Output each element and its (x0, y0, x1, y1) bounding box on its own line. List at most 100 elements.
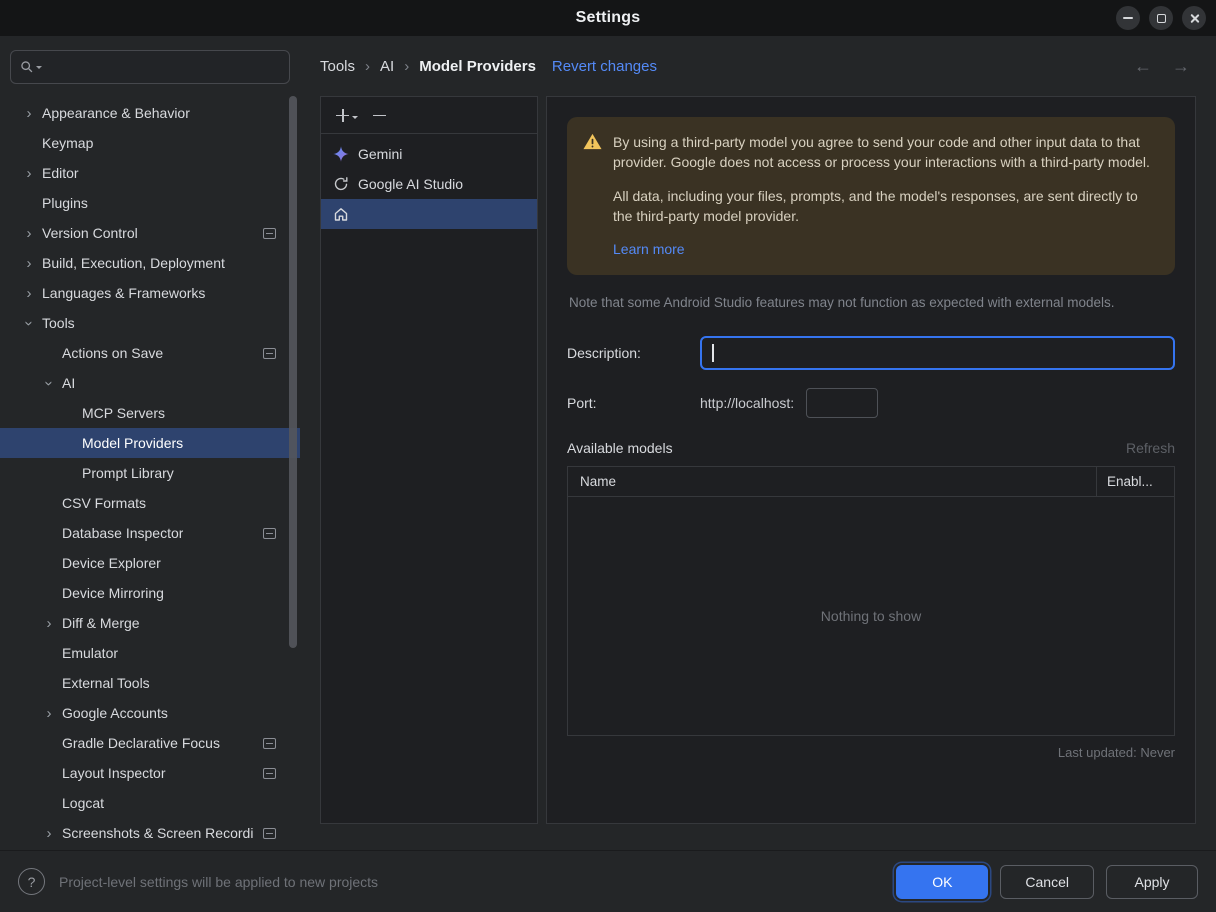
sidebar-item-languages-frameworks[interactable]: › Languages & Frameworks (0, 278, 300, 308)
sidebar-item-tools[interactable]: › Tools (0, 308, 300, 338)
port-input[interactable] (806, 388, 879, 419)
dialog-footer: ? Project-level settings will be applied… (0, 850, 1216, 912)
sidebar-item-editor[interactable]: › Editor (0, 158, 300, 188)
settings-body: › Appearance & Behavior Keymap › Editor Plugi… (0, 36, 1216, 850)
description-row: Description: (567, 336, 1175, 371)
sidebar-item-emulator[interactable]: Emulator (0, 638, 300, 668)
back-arrow-icon[interactable]: ← (1134, 57, 1152, 75)
chevron-right-icon[interactable]: › (36, 826, 62, 841)
sidebar-item-diff-merge[interactable]: › Diff & Merge (0, 608, 300, 638)
provider-item-label: Google AI Studio (358, 176, 464, 192)
sidebar-item-label: Prompt Library (82, 465, 174, 481)
google-ai-studio-icon (333, 176, 349, 192)
minimize-button[interactable] (1116, 6, 1140, 30)
modified-indicator-icon (263, 738, 276, 749)
sidebar-item-google-accounts[interactable]: › Google Accounts (0, 698, 300, 728)
breadcrumb-ai[interactable]: AI (380, 58, 394, 75)
description-input[interactable] (700, 336, 1175, 371)
modified-indicator-icon (263, 828, 276, 839)
sidebar-item-actions-on-save[interactable]: Actions on Save (0, 338, 300, 368)
sidebar-item-device-mirroring[interactable]: Device Mirroring (0, 578, 300, 608)
provider-item-google-ai-studio[interactable]: Google AI Studio (321, 169, 537, 199)
sidebar-item-plugins[interactable]: Plugins (0, 188, 300, 218)
maximize-button[interactable] (1149, 6, 1173, 30)
sidebar-item-keymap[interactable]: Keymap (0, 128, 300, 158)
description-field-wrapper (700, 336, 1175, 371)
maximize-icon (1156, 13, 1166, 23)
modified-indicator-icon (263, 348, 276, 359)
sidebar-item-prompt-library[interactable]: Prompt Library (0, 458, 300, 488)
forward-arrow-icon[interactable]: → (1172, 57, 1190, 75)
sidebar-item-database-inspector[interactable]: Database Inspector (0, 518, 300, 548)
refresh-button[interactable]: Refresh (1126, 440, 1175, 456)
sidebar-item-label: Build, Execution, Deployment (42, 255, 225, 271)
provider-list: Gemini Google AI Studio (321, 134, 537, 229)
learn-more-link[interactable]: Learn more (613, 239, 685, 259)
search-input[interactable] (48, 59, 280, 75)
chevron-down-icon[interactable]: › (41, 370, 58, 396)
gemini-icon (333, 146, 349, 162)
apply-button[interactable]: Apply (1106, 864, 1198, 899)
sidebar-item-logcat[interactable]: Logcat (0, 788, 300, 818)
available-models-header: Available models Refresh (567, 440, 1175, 456)
sidebar-item-gradle-declarative-focus[interactable]: Gradle Declarative Focus (0, 728, 300, 758)
sidebar-item-label: Languages & Frameworks (42, 285, 206, 301)
sidebar-item-build-execution-deployment[interactable]: › Build, Execution, Deployment (0, 248, 300, 278)
sidebar-item-csv-formats[interactable]: CSV Formats (0, 488, 300, 518)
cancel-button[interactable]: Cancel (1000, 864, 1094, 899)
chevron-right-icon[interactable]: › (16, 166, 42, 181)
minimize-icon (1123, 17, 1133, 19)
localhost-prefix: http://localhost: (700, 395, 795, 412)
sidebar-item-model-providers[interactable]: Model Providers (0, 428, 300, 458)
chevron-right-icon[interactable]: › (36, 616, 62, 631)
ok-button[interactable]: OK (896, 864, 989, 899)
settings-tree: › Appearance & Behavior Keymap › Editor Plugi… (0, 98, 300, 850)
sidebar-item-device-explorer[interactable]: Device Explorer (0, 548, 300, 578)
search-icon (20, 60, 42, 74)
chevron-down-icon[interactable]: › (21, 310, 38, 336)
window-title: Settings (575, 9, 641, 26)
sidebar-item-label: Google Accounts (62, 705, 168, 721)
settings-window: Settings › Appearance & Behavior Keymap › Ed… (0, 0, 1216, 912)
provider-item-gemini[interactable]: Gemini (321, 139, 537, 169)
sidebar-item-external-tools[interactable]: External Tools (0, 668, 300, 698)
sidebar-item-label: Plugins (42, 195, 88, 211)
sidebar-item-label: Editor (42, 165, 79, 181)
sidebar-item-appearance-behavior[interactable]: › Appearance & Behavior (0, 98, 300, 128)
sidebar-item-layout-inspector[interactable]: Layout Inspector (0, 758, 300, 788)
chevron-right-icon[interactable]: › (16, 226, 42, 241)
revert-changes-link[interactable]: Revert changes (552, 58, 657, 75)
minus-icon (373, 114, 386, 117)
sidebar-item-label: External Tools (62, 675, 150, 691)
settings-search-box[interactable] (10, 50, 290, 84)
sidebar-item-screenshots-screen-recordi[interactable]: › Screenshots & Screen Recordi (0, 818, 300, 848)
warning-icon (583, 133, 602, 150)
sidebar-scrollbar[interactable] (289, 96, 297, 648)
close-button[interactable] (1182, 6, 1206, 30)
sidebar-item-ai[interactable]: › AI (0, 368, 300, 398)
column-header-name[interactable]: Name (568, 467, 1096, 496)
chevron-right-icon[interactable]: › (16, 286, 42, 301)
provider-toolbar (321, 97, 537, 134)
breadcrumb-separator: › (365, 57, 371, 75)
help-icon[interactable]: ? (18, 868, 45, 895)
sidebar-item-version-control[interactable]: › Version Control (0, 218, 300, 248)
breadcrumb-tools[interactable]: Tools (320, 58, 355, 75)
provider-item-custom[interactable] (321, 199, 537, 229)
column-header-enabled[interactable]: Enabl... (1096, 467, 1174, 497)
chevron-right-icon[interactable]: › (16, 256, 42, 271)
sidebar-item-label: AI (62, 375, 76, 391)
close-icon (1189, 13, 1200, 24)
provider-detail-panel: By using a third-party model you agree t… (546, 96, 1196, 824)
chevron-right-icon[interactable]: › (16, 106, 42, 121)
remove-provider-button[interactable] (372, 108, 387, 123)
breadcrumb-separator: › (404, 57, 410, 75)
breadcrumb: Tools › AI › Model Providers Revert chan… (320, 50, 1196, 82)
chevron-right-icon[interactable]: › (36, 706, 62, 721)
models-table-empty-state: Nothing to show (820, 608, 922, 625)
titlebar: Settings (0, 0, 1216, 36)
provider-list-panel: Gemini Google AI Studio (320, 96, 538, 824)
sidebar-item-mcp-servers[interactable]: MCP Servers (0, 398, 300, 428)
footer-buttons: OK Cancel Apply (896, 864, 1198, 899)
add-provider-button[interactable] (335, 108, 358, 123)
